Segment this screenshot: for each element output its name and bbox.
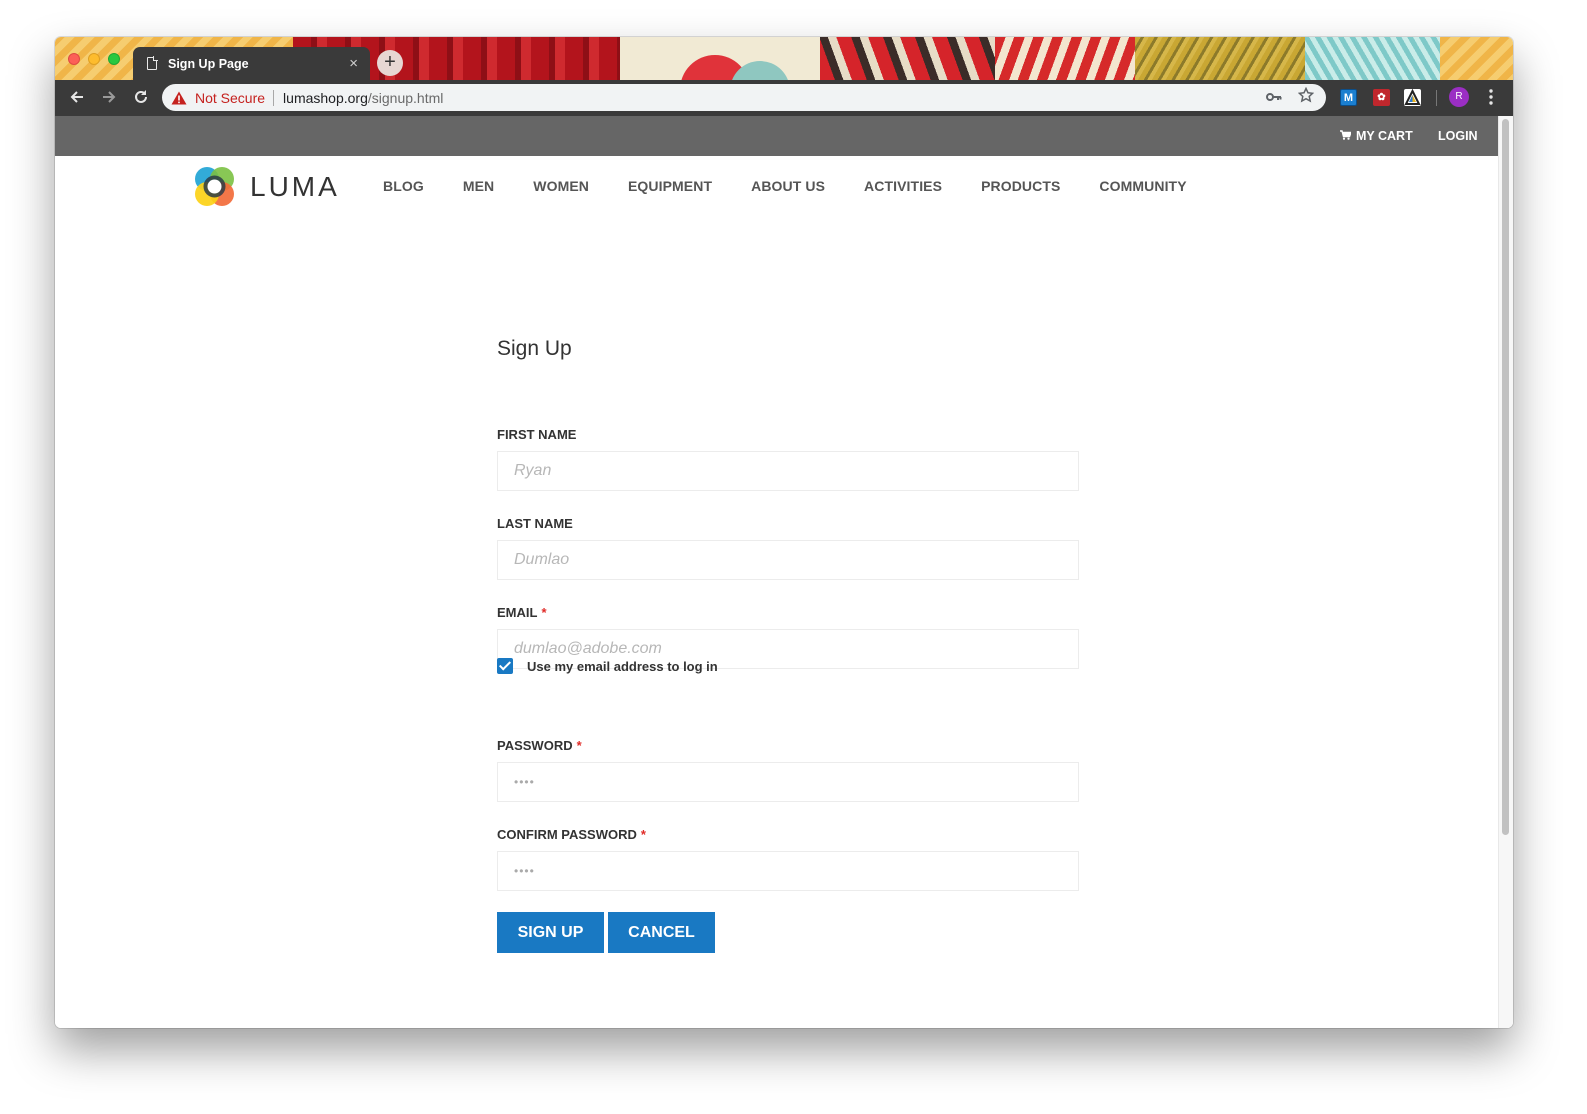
confirm-password-field[interactable]: [497, 851, 1079, 891]
luma-logo-icon: [192, 164, 237, 209]
theme-art: [820, 37, 995, 80]
forward-arrow-icon[interactable]: [96, 84, 122, 110]
my-cart-label: MY CART: [1356, 129, 1413, 143]
theme-art: [1305, 37, 1440, 80]
theme-art: [995, 37, 1135, 80]
email-label: EMAIL: [497, 605, 538, 620]
screenshot-stage: Sign Up Page × + Not Secure lumashop.org…: [0, 0, 1587, 1114]
required-mark: *: [576, 738, 582, 753]
password-label-row: PASSWORD *: [497, 738, 582, 753]
required-mark: *: [640, 827, 646, 842]
extension-m-icon[interactable]: M: [1340, 89, 1357, 106]
page-viewport: MY CART LOGIN LUMA BLOG MEN WOMEN EQUIPM…: [55, 116, 1513, 1028]
reload-icon[interactable]: [128, 84, 154, 110]
last-name-field[interactable]: [497, 540, 1079, 580]
nav-blog[interactable]: BLOG: [383, 178, 424, 194]
required-mark: *: [541, 605, 547, 620]
extension-red-icon[interactable]: ✿: [1373, 89, 1390, 106]
cart-icon: [1340, 129, 1353, 143]
theme-art: [620, 37, 820, 80]
tab-title: Sign Up Page: [168, 56, 249, 71]
email-label-row: EMAIL *: [497, 605, 547, 620]
use-email-row: Use my email address to log in: [497, 658, 718, 674]
site-topbar: MY CART LOGIN: [55, 116, 1498, 156]
theme-art: [1135, 37, 1305, 80]
last-name-label: LAST NAME: [497, 516, 573, 531]
use-email-label[interactable]: Use my email address to log in: [527, 659, 718, 674]
page-scrollbar[interactable]: [1498, 116, 1513, 1028]
url-path: /signup.html: [367, 89, 444, 106]
page-icon: [147, 56, 158, 70]
address-divider: [273, 89, 275, 106]
browser-menu-icon[interactable]: [1483, 84, 1499, 110]
first-name-field[interactable]: [497, 451, 1079, 491]
browser-tab-active[interactable]: Sign Up Page ×: [133, 47, 370, 80]
luma-logo[interactable]: LUMA: [192, 164, 340, 209]
back-arrow-icon[interactable]: [64, 84, 90, 110]
confirm-password-label: CONFIRM PASSWORD: [497, 827, 637, 842]
profile-avatar[interactable]: R: [1449, 87, 1469, 107]
first-name-label: FIRST NAME: [497, 427, 577, 442]
browser-window: Sign Up Page × + Not Secure lumashop.org…: [55, 37, 1513, 1028]
bookmark-star-icon[interactable]: [1297, 86, 1315, 108]
warning-icon: [171, 91, 187, 105]
nav-about-us[interactable]: ABOUT US: [751, 178, 825, 194]
browser-toolbar: Not Secure lumashop.org /signup.html M ✿: [55, 80, 1513, 116]
not-secure-label[interactable]: Not Secure: [195, 90, 265, 106]
nav-women[interactable]: WOMEN: [533, 178, 589, 194]
my-cart-link[interactable]: MY CART: [1340, 129, 1413, 143]
password-label: PASSWORD: [497, 738, 573, 753]
url-host: lumashop.org: [283, 89, 368, 106]
login-link[interactable]: LOGIN: [1438, 129, 1478, 143]
nav-community[interactable]: COMMUNITY: [1099, 178, 1186, 194]
browser-titlebar: Sign Up Page × +: [55, 37, 1513, 80]
nav-products[interactable]: PRODUCTS: [981, 178, 1060, 194]
new-tab-button[interactable]: +: [377, 50, 403, 76]
toolbar-divider: [1436, 90, 1437, 106]
extension-triangle-icon[interactable]: [1404, 88, 1421, 106]
key-icon[interactable]: [1266, 89, 1282, 107]
main-navigation: BLOG MEN WOMEN EQUIPMENT ABOUT US ACTIVI…: [383, 178, 1226, 194]
confirm-password-label-row: CONFIRM PASSWORD *: [497, 827, 646, 842]
address-bar[interactable]: Not Secure lumashop.org /signup.html: [162, 84, 1326, 111]
use-email-checkbox[interactable]: [497, 658, 513, 674]
window-close-button[interactable]: [68, 53, 80, 65]
nav-men[interactable]: MEN: [463, 178, 494, 194]
sign-up-button[interactable]: SIGN UP: [497, 912, 604, 953]
scrollbar-thumb[interactable]: [1502, 119, 1509, 835]
address-actions: [1266, 86, 1315, 108]
password-field[interactable]: [497, 762, 1079, 802]
luma-wordmark: LUMA: [250, 170, 340, 202]
window-minimize-button[interactable]: [88, 53, 100, 65]
nav-activities[interactable]: ACTIVITIES: [864, 178, 942, 194]
window-zoom-button[interactable]: [108, 53, 120, 65]
nav-equipment[interactable]: EQUIPMENT: [628, 178, 712, 194]
cancel-button[interactable]: CANCEL: [608, 912, 715, 953]
tab-close-icon[interactable]: ×: [349, 55, 358, 72]
page-title: Sign Up: [497, 337, 572, 360]
